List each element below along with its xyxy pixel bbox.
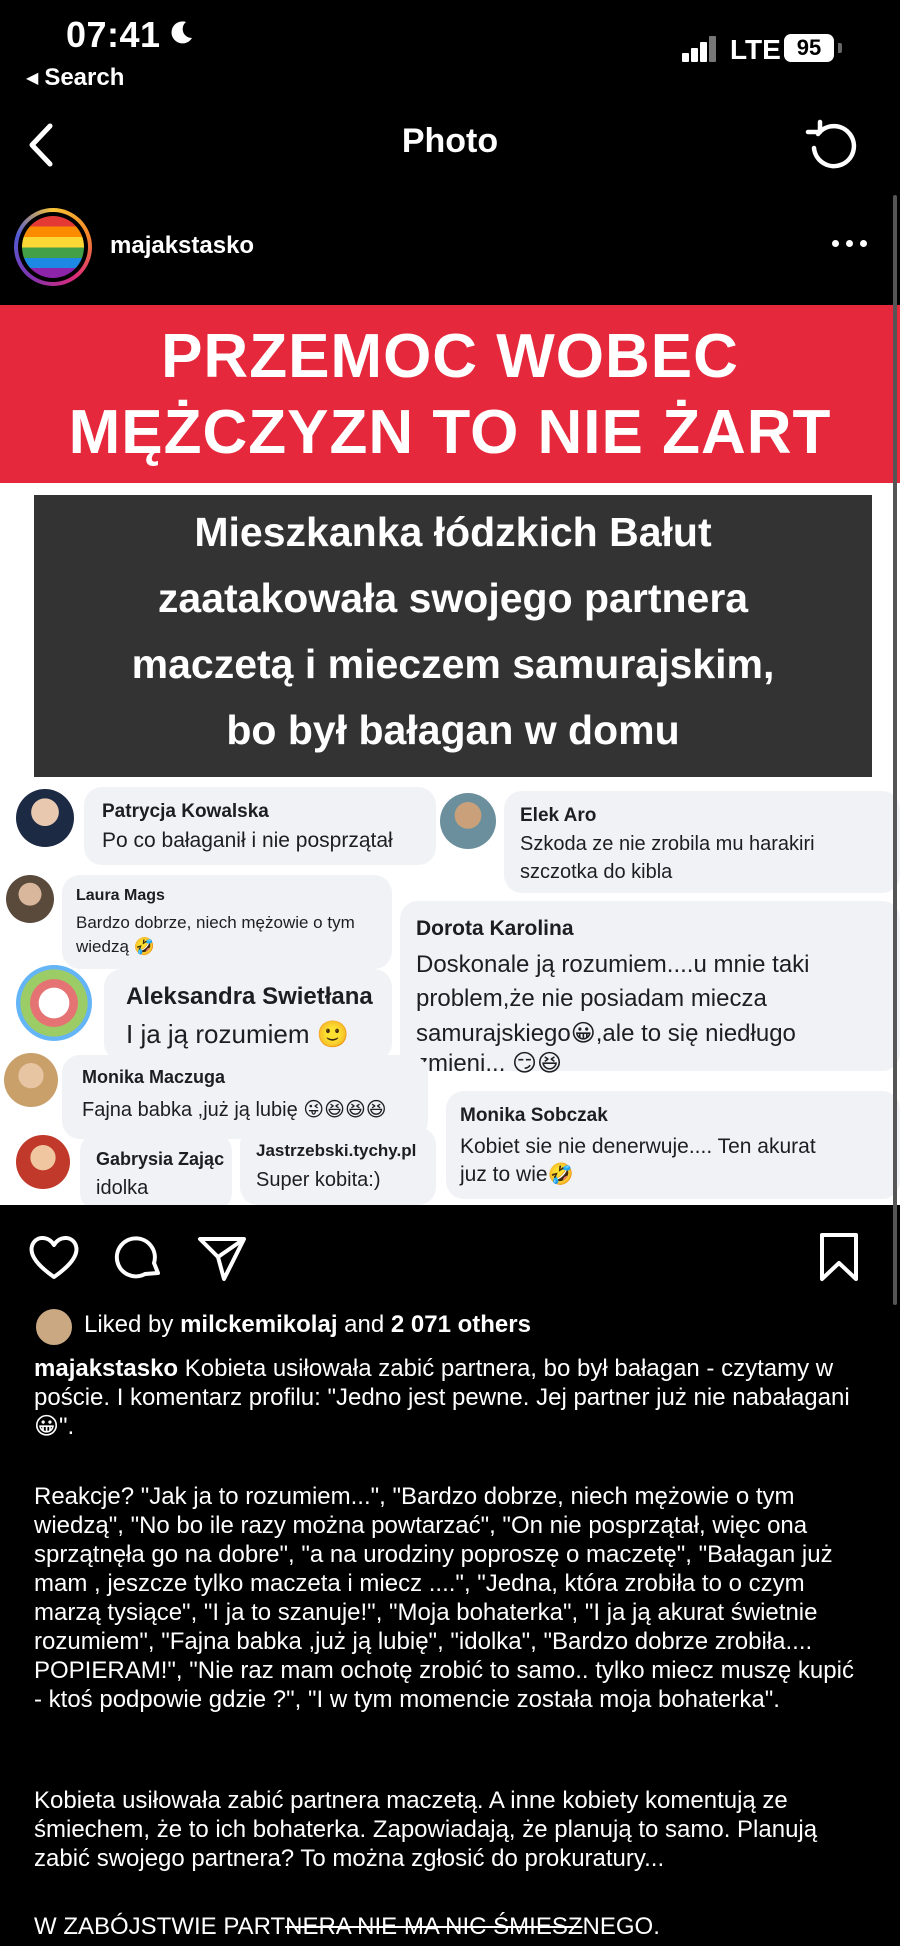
caption-paragraph-3: Kobieta usiłowała zabić partnera maczetą… xyxy=(34,1787,818,1872)
nav-bar: Photo xyxy=(0,100,900,192)
comment-text: szczotka do kibla xyxy=(520,861,673,883)
comment-bubble: Laura Mags Bardzo dobrze, niech mężowie … xyxy=(62,875,392,969)
comment-text: problem,że nie posiadam miecza xyxy=(416,985,767,1012)
headline-banner: PRZEMOC WOBEC MĘŻCZYZN TO NIE ŻART xyxy=(0,305,900,483)
post-header: majakstasko xyxy=(0,202,900,298)
headline-line: maczetą i mieczem samurajskim, xyxy=(131,641,775,687)
liker-username[interactable]: milckemikolaj xyxy=(180,1311,337,1338)
comment-text: Bardzo dobrze, niech mężowie o tym xyxy=(76,913,355,932)
post-username[interactable]: majakstasko xyxy=(110,232,254,260)
banner-line-2: MĘŻCZYZN TO NIE ŻART xyxy=(68,398,832,467)
back-app-label: Search xyxy=(44,64,125,91)
moon-icon xyxy=(171,21,192,44)
comment-text: Po co bałaganił i nie posprzątał xyxy=(102,829,393,852)
caption-username[interactable]: majakstasko xyxy=(34,1355,178,1382)
likes-prefix: Liked by xyxy=(84,1311,181,1338)
comment-bubble: Monika Sobczak Kobiet sie nie denerwuje.… xyxy=(446,1091,900,1199)
page-title: Photo xyxy=(401,122,499,160)
comment-author: Patrycja Kowalska xyxy=(102,801,269,822)
avatar xyxy=(22,216,84,278)
network-type: LTE xyxy=(730,34,781,65)
commenter-avatar xyxy=(16,1135,70,1189)
likes-count[interactable]: 2 071 others xyxy=(391,1311,531,1338)
caption-text: W ZABÓJSTWIE PART xyxy=(34,1913,286,1940)
commenter-avatar xyxy=(16,965,92,1041)
comment-bubble: Elek Aro Szkoda ze nie zrobila mu haraki… xyxy=(504,791,900,893)
comment-author: Elek Aro xyxy=(520,805,597,826)
refresh-icon[interactable] xyxy=(804,118,860,174)
comment-text: idolka xyxy=(96,1177,149,1199)
post-image[interactable]: PRZEMOC WOBEC MĘŻCZYZN TO NIE ŻART Miesz… xyxy=(0,305,900,1205)
share-icon[interactable] xyxy=(196,1233,248,1283)
more-options-icon[interactable] xyxy=(832,238,872,250)
comment-author: Monika Maczuga xyxy=(82,1067,226,1087)
comment-text: Doskonale ją rozumiem....u mnie taki xyxy=(416,951,810,978)
comment-text: Szkoda ze nie zrobila mu harakiri xyxy=(520,833,815,855)
scrollbar[interactable] xyxy=(893,195,897,1305)
caption-paragraph-4: W ZABÓJSTWIE PARTNERA NIE MA NIC ŚMIESZN… xyxy=(34,1912,866,1941)
comment-text: zmieni... 😏😆 xyxy=(416,1050,563,1077)
comment-author: Dorota Karolina xyxy=(416,917,574,940)
comment-author: Laura Mags xyxy=(76,887,165,904)
headline-line: Mieszkanka łódzkich Bałut xyxy=(194,509,712,555)
comment-text: samurajskiego😀,ale to się niedługo xyxy=(416,1020,796,1047)
banner-line-1: PRZEMOC WOBEC xyxy=(161,322,739,391)
back-triangle-icon: ◀ xyxy=(26,70,39,87)
headline-box: Mieszkanka łódzkich Bałut zaatakowała sw… xyxy=(34,495,872,777)
comment-text: Fajna babka ,już ją lubię 😜😆😆😆 xyxy=(82,1099,387,1121)
comment-author: Gabrysia Zając xyxy=(96,1149,225,1169)
comment-author: Jastrzebski.tychy.pl xyxy=(256,1141,417,1160)
commenter-avatar xyxy=(16,789,74,847)
comment-icon[interactable] xyxy=(114,1233,164,1283)
commenter-avatar xyxy=(4,1053,58,1107)
likes-middle: and xyxy=(337,1311,391,1338)
comment-author: Monika Sobczak xyxy=(460,1105,608,1126)
post-actions xyxy=(0,1215,900,1295)
signal-icon xyxy=(682,34,718,62)
battery-icon: 95 xyxy=(784,34,834,62)
liker-avatar xyxy=(34,1307,74,1347)
caption-paragraph-2: Reakcje? "Jak ja to rozumiem...", "Bardz… xyxy=(34,1483,854,1713)
comment-bubble: Gabrysia Zając idolka xyxy=(80,1133,232,1205)
avatar-story-ring[interactable] xyxy=(14,208,92,286)
comment-bubble: Patrycja Kowalska Po co bałaganił i nie … xyxy=(84,787,436,865)
comment-text: Super kobita:) xyxy=(256,1169,381,1191)
caption-paragraph-1: majakstasko Kobieta usiłowała zabić part… xyxy=(34,1354,866,1441)
comment-text: wiedzą 🤣 xyxy=(76,937,155,956)
comment-text: I ja ją rozumiem 🙂 xyxy=(126,1019,350,1049)
back-to-search-link[interactable]: ◀ Search xyxy=(26,64,124,92)
comment-text: Kobiet sie nie denerwuje.... Ten akurat xyxy=(460,1135,816,1158)
headline-line: zaatakowała swojego partnera xyxy=(157,575,749,621)
status-bar: 07:41 ◀ Search LTE 95 xyxy=(0,0,900,100)
headline-line: bo był bałagan w domu xyxy=(226,707,680,753)
status-time: 07:41 xyxy=(66,14,161,55)
caption-text: NEGO. xyxy=(582,1913,660,1940)
comment-bubble: Dorota Karolina Doskonale ją rozumiem...… xyxy=(400,901,900,1077)
comment-author: Aleksandra Swietłana xyxy=(126,983,373,1010)
comment-bubble: Aleksandra Swietłana I ja ją rozumiem 🙂 xyxy=(104,969,392,1061)
heart-icon[interactable] xyxy=(28,1233,80,1281)
comment-bubble: Jastrzebski.tychy.pl Super kobita:) xyxy=(240,1127,436,1205)
caption-text-struck: NERA NIE MA NIC ŚMIESZ xyxy=(285,1913,583,1940)
comment-text: juz to wie🤣 xyxy=(460,1163,574,1186)
battery-tip xyxy=(838,43,842,53)
commenter-avatar xyxy=(6,875,54,923)
bookmark-icon[interactable] xyxy=(816,1231,862,1283)
commenter-avatar xyxy=(440,793,496,849)
likes-summary[interactable]: Liked by milckemikolaj and 2 071 others xyxy=(34,1305,894,1347)
